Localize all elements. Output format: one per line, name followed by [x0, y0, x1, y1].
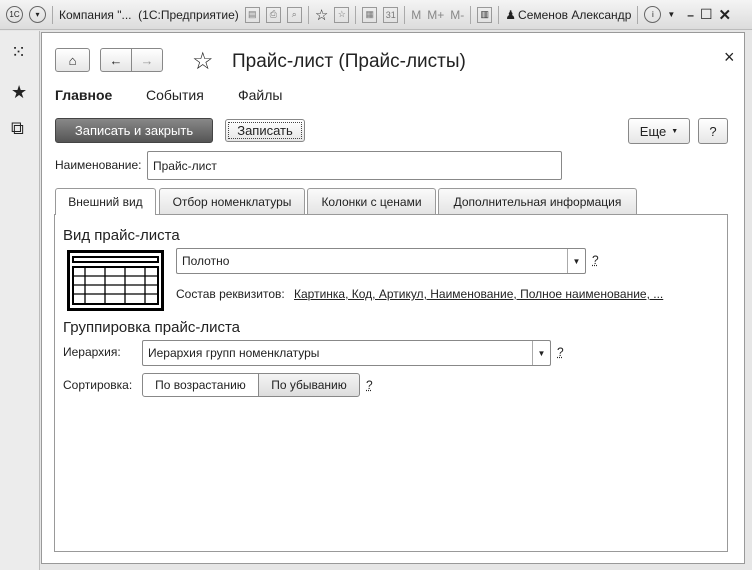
view-heading: Вид прайс-листа [63, 227, 180, 244]
tab-price-columns[interactable]: Колонки с ценами [307, 188, 436, 214]
preview-icon[interactable]: ⌕ [286, 6, 302, 23]
more-button[interactable]: Еще ▼ [628, 118, 690, 144]
price-list-view-icon [67, 250, 164, 311]
close-window-button[interactable]: ✕ [719, 6, 732, 24]
dropdown-arrow-icon[interactable]: ▼ [567, 249, 585, 273]
separator [52, 5, 53, 24]
memory-minus-button[interactable]: M- [450, 8, 464, 22]
panels-icon[interactable]: ▥ [477, 6, 493, 23]
favorites-star-icon[interactable]: ★ [11, 83, 27, 101]
home-button[interactable]: ⌂ [55, 48, 90, 72]
user-name[interactable]: Семенов Александр [518, 8, 631, 22]
hierarchy-select-value: Иерархия групп номенклатуры [148, 346, 320, 360]
memory-plus-button[interactable]: M+ [427, 8, 444, 22]
attrs-label: Состав реквизитов: [176, 287, 285, 301]
separator [355, 5, 357, 24]
save-button[interactable]: Записать [225, 119, 305, 142]
tab-content: Вид прайс-листа Полотно ▼ ? Состав реквиз… [54, 214, 728, 552]
nav-tab-main[interactable]: Главное [55, 87, 112, 103]
view-select[interactable]: Полотно ▼ [176, 248, 586, 274]
more-label: Еще [639, 123, 667, 139]
calendar-icon[interactable]: 31 [383, 6, 399, 23]
separator [498, 5, 500, 24]
history-icon[interactable]: ⧉ [11, 119, 24, 137]
save-icon[interactable]: ▤ [244, 6, 260, 23]
hierarchy-select[interactable]: Иерархия групп номенклатуры ▼ [142, 340, 551, 366]
user-icon: ♟ [505, 7, 517, 22]
sort-ascending-button[interactable]: По возрастанию [142, 373, 259, 397]
dropdown-arrow-icon[interactable]: ▼ [532, 341, 550, 365]
help-button[interactable]: ? [698, 118, 728, 144]
memory-button[interactable]: M [411, 8, 421, 22]
sidebar: ⁙ ★ ⧉ [0, 31, 40, 570]
sort-label: Сортировка: [63, 378, 133, 392]
back-button[interactable]: ← [100, 48, 132, 72]
hierarchy-help-link[interactable]: ? [557, 345, 564, 359]
view-select-value: Полотно [182, 254, 230, 268]
title-bar: 1С ▾ Компания "... (1С:Предприятие) ▤ ⎙ … [0, 0, 752, 30]
forward-button[interactable]: → [131, 48, 163, 72]
nav-tab-events[interactable]: События [146, 87, 204, 103]
nav-tab-files[interactable]: Файлы [238, 87, 282, 103]
form-panel: ⌂ ← → ☆ Прайс-лист (Прайс-листы) × Главн… [41, 32, 745, 564]
favorites-icon[interactable]: ☆ [334, 6, 350, 23]
info-icon[interactable]: i [644, 6, 662, 23]
print-icon[interactable]: ⎙ [265, 6, 281, 23]
attrs-link[interactable]: Картинка, Код, Артикул, Наименование, По… [294, 287, 663, 301]
tab-appearance[interactable]: Внешний вид [55, 188, 156, 215]
favorite-star-icon[interactable]: ☆ [192, 47, 214, 76]
grouping-heading: Группировка прайс-листа [63, 319, 240, 336]
window-title: Компания "... (1С:Предприятие) [59, 7, 239, 22]
menu-grid-icon[interactable]: ⁙ [11, 43, 26, 61]
separator [470, 5, 472, 24]
hierarchy-label: Иерархия: [63, 345, 121, 359]
view-help-link[interactable]: ? [592, 253, 599, 267]
close-form-button[interactable]: × [724, 47, 735, 68]
info-dropdown-icon[interactable]: ▼ [667, 10, 675, 19]
favorites-add-icon[interactable]: ☆ [315, 6, 328, 24]
tab-additional-info[interactable]: Дополнительная информация [438, 188, 637, 214]
chevron-down-icon: ▼ [671, 127, 679, 135]
maximize-button[interactable]: ☐ [700, 6, 713, 23]
calculator-icon[interactable]: ▦ [362, 6, 378, 23]
sort-help-link[interactable]: ? [366, 378, 373, 392]
sort-descending-button[interactable]: По убыванию [258, 373, 360, 397]
form-title: Прайс-лист (Прайс-листы) [232, 51, 466, 72]
name-label: Наименование: [55, 158, 142, 172]
name-input[interactable]: Прайс-лист [147, 151, 562, 180]
separator [404, 5, 406, 24]
save-and-close-button[interactable]: Записать и закрыть [55, 118, 213, 143]
separator [637, 5, 639, 24]
main-menu-icon[interactable]: ▾ [29, 6, 46, 23]
separator [307, 5, 309, 24]
1c-logo-icon[interactable]: 1С [6, 6, 23, 23]
minimize-button[interactable]: – [687, 8, 694, 22]
tab-nomenclature-filter[interactable]: Отбор номенклатуры [159, 188, 305, 214]
